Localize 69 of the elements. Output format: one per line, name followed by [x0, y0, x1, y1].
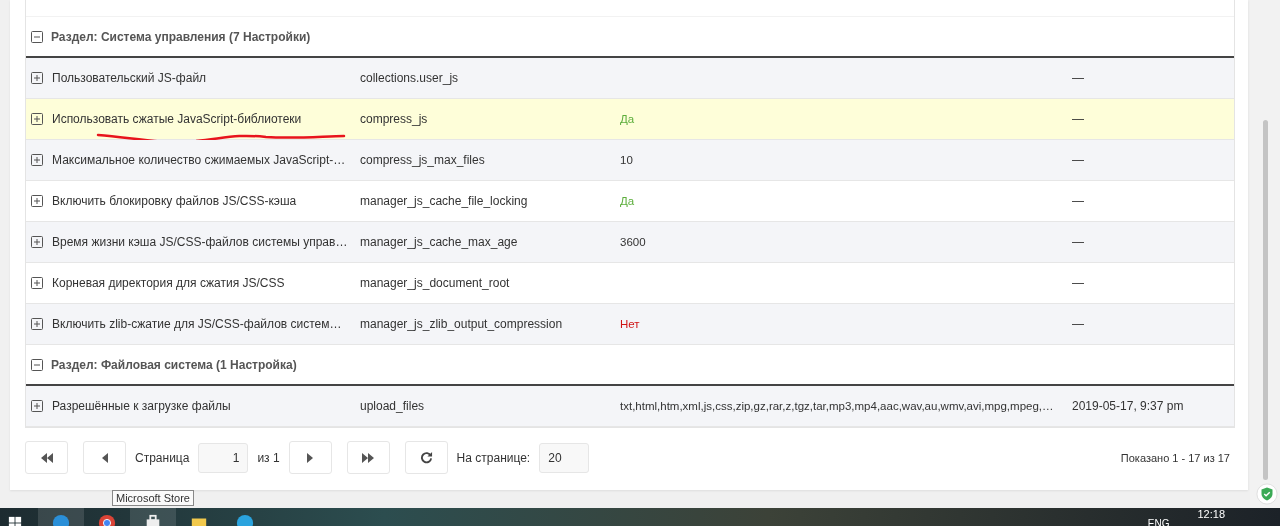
- page-input[interactable]: 1: [198, 442, 249, 473]
- previous-page-button[interactable]: [83, 441, 126, 474]
- table-cell: Максимальное количество сжимаемых JavaScript-…: [52, 153, 346, 167]
- refresh-button[interactable]: [404, 441, 448, 474]
- collapse-icon[interactable]: [31, 358, 43, 371]
- table-cell: Нет: [620, 318, 640, 330]
- collapse-icon[interactable]: [31, 30, 43, 43]
- table-cell: —: [1072, 71, 1084, 85]
- expand-icon[interactable]: [31, 195, 43, 207]
- tooltip: Microsoft Store: [112, 490, 194, 506]
- table-cell: Включить блокировку файлов JS/CSS-кэша: [52, 194, 297, 208]
- scrollbar-thumb[interactable]: [1263, 120, 1268, 480]
- table-row[interactable]: Пользовательский JS-файл collections.user_js —: [26, 58, 1234, 99]
- table-row[interactable]: Разрешённые к загрузке файлы upload_files txt,html,htm,xml,js,css,zip,gz,rar,z,tgz,tar,mp3,mp4,aac,wav,au,wmv,avi,mpg,mpeg,… 2019-05-17, 9:37 pm: [26, 386, 1234, 427]
- table-cell: collections.user_js: [360, 71, 459, 85]
- page-label: Страница: [135, 450, 190, 465]
- table-cell: txt,html,htm,xml,js,css,zip,gz,rar,z,tgz,tar,mp3,mp4,aac,wav,au,wmv,avi,mpg,mpeg,…: [620, 400, 1054, 412]
- table-row[interactable]: Использовать сжатые JavaScript-библиотеки compress_js Да —: [26, 99, 1234, 140]
- table-cell: manager_js_document_root: [360, 276, 510, 290]
- expand-icon[interactable]: [31, 236, 43, 248]
- section-title: Раздел: Файловая система (1 Настройка): [51, 357, 297, 372]
- table-cell: Пользовательский JS-файл: [52, 71, 207, 85]
- table-cell: Да: [620, 195, 635, 207]
- table-cell: —: [1072, 112, 1084, 126]
- table-cell: Да: [620, 113, 635, 125]
- table-cell: 2019-05-17, 9:37 pm: [1072, 399, 1184, 413]
- table-cell: Использовать сжатые JavaScript-библиотеки: [52, 112, 302, 126]
- table-cell: Время жизни кэша JS/CSS-файлов системы управ…: [52, 235, 348, 249]
- table-cell: Корневая директория для сжатия JS/CSS: [52, 276, 285, 290]
- double-right-icon: [361, 452, 376, 463]
- double-left-icon: [39, 452, 54, 463]
- table-cell: —: [1072, 194, 1084, 208]
- expand-icon[interactable]: [31, 72, 43, 84]
- table-cell: manager_js_cache_max_age: [360, 235, 518, 249]
- section-title: Раздел: Система управления (7 Настройки): [51, 29, 311, 44]
- expand-icon[interactable]: [31, 277, 43, 289]
- table-cell: manager_js_cache_file_locking: [360, 194, 528, 208]
- table-cell: Включить zlib-сжатие для JS/CSS-файлов систем…: [52, 317, 342, 331]
- table-cell: —: [1072, 317, 1084, 331]
- expand-icon[interactable]: [31, 113, 43, 125]
- per-page-label: На странице:: [456, 450, 531, 465]
- results-summary: Показано 1 - 17 из 17: [1120, 451, 1230, 464]
- shield-icon[interactable]: [1256, 483, 1278, 505]
- table-row[interactable]: Максимальное количество сжимаемых JavaScript-… compress_js_max_files 10 —: [26, 140, 1234, 181]
- page-count: из 1: [257, 450, 280, 465]
- first-page-button[interactable]: [25, 441, 68, 474]
- table-cell: Разрешённые к загрузке файлы: [52, 399, 231, 413]
- windows-icon[interactable]: [8, 516, 22, 526]
- right-icon: [307, 452, 314, 463]
- refresh-icon: [419, 451, 433, 464]
- table-cell: 10: [620, 154, 633, 166]
- table-row[interactable]: Включить zlib-сжатие для JS/CSS-файлов систем… manager_js_zlib_output_compression Нет —: [26, 304, 1234, 345]
- table-cell: 3600: [620, 236, 646, 248]
- table-cell: manager_js_zlib_output_compression: [360, 317, 563, 331]
- table-cell: upload_files: [360, 399, 425, 413]
- table-cell: —: [1072, 235, 1084, 249]
- clock[interactable]: 12:18: [1197, 508, 1225, 520]
- expand-icon[interactable]: [31, 318, 43, 330]
- table-cell: compress_js: [360, 112, 428, 126]
- left-icon: [101, 452, 108, 463]
- table-row[interactable]: Время жизни кэша JS/CSS-файлов системы управ… manager_js_cache_max_age 3600 —: [26, 222, 1234, 263]
- per-page-input[interactable]: 20: [539, 442, 590, 473]
- next-page-button[interactable]: [288, 441, 332, 474]
- table-cell: —: [1072, 276, 1084, 290]
- expand-icon[interactable]: [31, 400, 43, 412]
- last-page-button[interactable]: [346, 441, 390, 474]
- table-cell: —: [1072, 153, 1084, 167]
- table-cell: compress_js_max_files: [360, 153, 485, 167]
- expand-icon[interactable]: [31, 154, 43, 166]
